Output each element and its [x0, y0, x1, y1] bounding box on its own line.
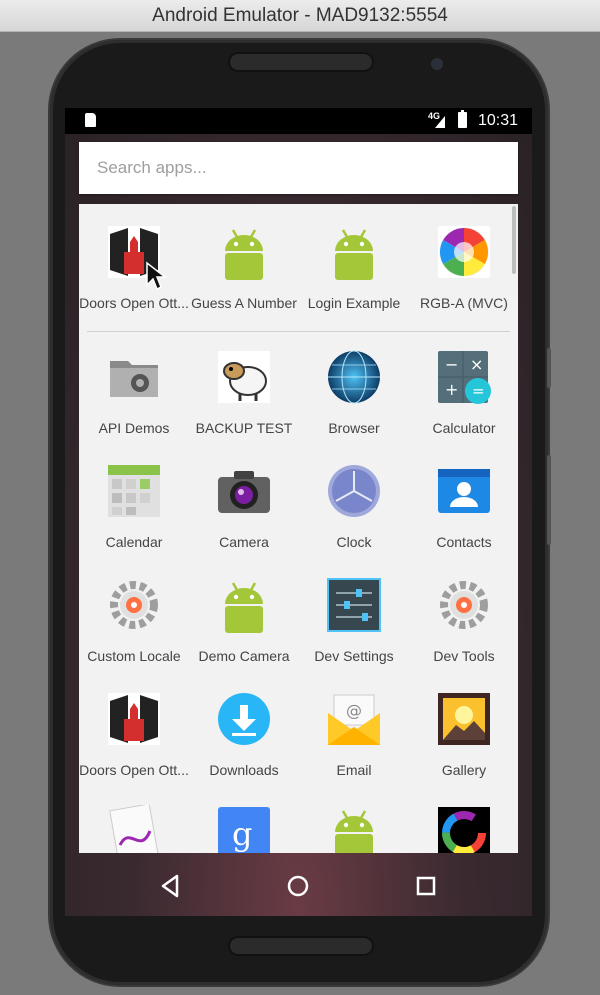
app-backup-test[interactable]: BACKUP TEST	[189, 329, 299, 439]
app-api-demos[interactable]: API Demos	[79, 329, 189, 439]
app-label: Doors Open Ott...	[79, 295, 189, 311]
app-label: Custom Locale	[87, 648, 181, 664]
app-item-21[interactable]: g	[189, 785, 299, 853]
sliders-icon	[326, 577, 382, 633]
device-screen: 4G 10:31 Doors Open Ott...Guess A Number…	[65, 108, 532, 916]
app-label: Dev Tools	[433, 648, 495, 664]
app-browser[interactable]: Browser	[299, 329, 409, 439]
gear-locale-icon	[106, 577, 162, 633]
search-bar[interactable]	[79, 142, 518, 194]
front-camera	[431, 58, 443, 70]
search-input[interactable]	[79, 142, 518, 194]
calendar-icon	[106, 463, 162, 519]
sheep-icon	[216, 349, 272, 405]
download-icon	[216, 691, 272, 747]
app-label: Browser	[328, 420, 380, 436]
svg-text:×: ×	[470, 355, 483, 374]
app-label: Contacts	[436, 534, 492, 550]
svg-text:=: =	[472, 382, 485, 400]
app-contacts[interactable]: Contacts	[409, 443, 518, 553]
app-custom-locale[interactable]: Custom Locale	[79, 557, 189, 667]
globe-icon	[326, 349, 382, 405]
power-button[interactable]	[547, 348, 551, 388]
app-label: Downloads	[209, 762, 279, 778]
app-item-22[interactable]	[299, 785, 409, 853]
sd-card-icon	[85, 113, 96, 127]
app-dev-settings[interactable]: Dev Settings	[299, 557, 409, 667]
app-label: Login Example	[307, 295, 401, 311]
android-icon	[326, 805, 382, 853]
app-label: Calendar	[105, 534, 163, 550]
app-label: RGB-A (MVC)	[420, 295, 508, 311]
gestures-icon	[106, 803, 162, 853]
android-icon	[216, 224, 272, 280]
calculator-icon: − × + =	[436, 349, 492, 405]
svg-text:@: @	[346, 701, 362, 720]
doors-open-ottawa-icon	[106, 224, 162, 280]
folder-gear-icon	[106, 349, 162, 405]
svg-text:−: −	[445, 355, 458, 374]
status-bar: 4G 10:31	[65, 108, 532, 134]
volume-button[interactable]	[547, 455, 551, 545]
color-wheel-icon	[436, 224, 492, 280]
svg-text:g: g	[232, 815, 252, 853]
recents-icon[interactable]	[411, 871, 441, 901]
app-doors-open-ott[interactable]: Doors Open Ott...	[79, 671, 189, 781]
android-icon	[326, 224, 382, 280]
android-icon	[216, 577, 272, 633]
app-demo-camera[interactable]: Demo Camera	[189, 557, 299, 667]
top-speaker	[228, 52, 374, 72]
app-item-23[interactable]	[409, 785, 518, 853]
home-icon[interactable]	[283, 871, 313, 901]
app-calendar[interactable]: Calendar	[79, 443, 189, 553]
app-drawer[interactable]: Doors Open Ott... Guess A Number Login Exa…	[79, 204, 518, 853]
google-search-icon: g	[216, 805, 272, 853]
back-icon[interactable]	[155, 871, 185, 901]
clock-icon	[326, 463, 382, 519]
status-time: 10:31	[478, 112, 519, 129]
app-rgb-a-mvc[interactable]: RGB-A (MVC)	[409, 204, 518, 314]
app-dev-tools[interactable]: Dev Tools	[409, 557, 518, 667]
email-icon: @	[326, 691, 382, 747]
app-label: Clock	[336, 534, 372, 550]
app-downloads[interactable]: Downloads	[189, 671, 299, 781]
app-label: BACKUP TEST	[195, 420, 293, 436]
svg-text:+: +	[445, 380, 458, 399]
camera-icon	[216, 463, 272, 519]
app-clock[interactable]: Clock	[299, 443, 409, 553]
app-label: Doors Open Ott...	[79, 762, 189, 778]
app-label: Dev Settings	[314, 648, 394, 664]
app-doors-open-ott[interactable]: Doors Open Ott...	[79, 204, 189, 314]
app-label: Demo Camera	[198, 648, 290, 664]
app-guess-a-number[interactable]: Guess A Number	[189, 204, 299, 314]
app-camera[interactable]: Camera	[189, 443, 299, 553]
app-label: Camera	[219, 534, 269, 550]
app-calculator[interactable]: − × + = Calculator	[409, 329, 518, 439]
doors-open-ottawa-icon	[106, 691, 162, 747]
contacts-icon	[436, 463, 492, 519]
signal-icon	[435, 116, 445, 128]
app-label: Gallery	[441, 762, 487, 778]
app-login-example[interactable]: Login Example	[299, 204, 409, 314]
app-label: Email	[336, 762, 372, 778]
gallery-icon	[436, 691, 492, 747]
color-ring-icon	[436, 805, 492, 853]
battery-icon	[458, 110, 467, 128]
gear-locale-icon	[436, 577, 492, 633]
navigation-bar	[65, 853, 532, 916]
app-label: API Demos	[98, 420, 170, 436]
app-label: Calculator	[432, 420, 496, 436]
app-item-20[interactable]	[79, 785, 189, 853]
app-gallery[interactable]: Gallery	[409, 671, 518, 781]
app-label: Guess A Number	[191, 295, 297, 311]
app-email[interactable]: @ Email	[299, 671, 409, 781]
window-title: Android Emulator - MAD9132:5554	[0, 0, 600, 32]
bottom-speaker	[228, 936, 374, 956]
